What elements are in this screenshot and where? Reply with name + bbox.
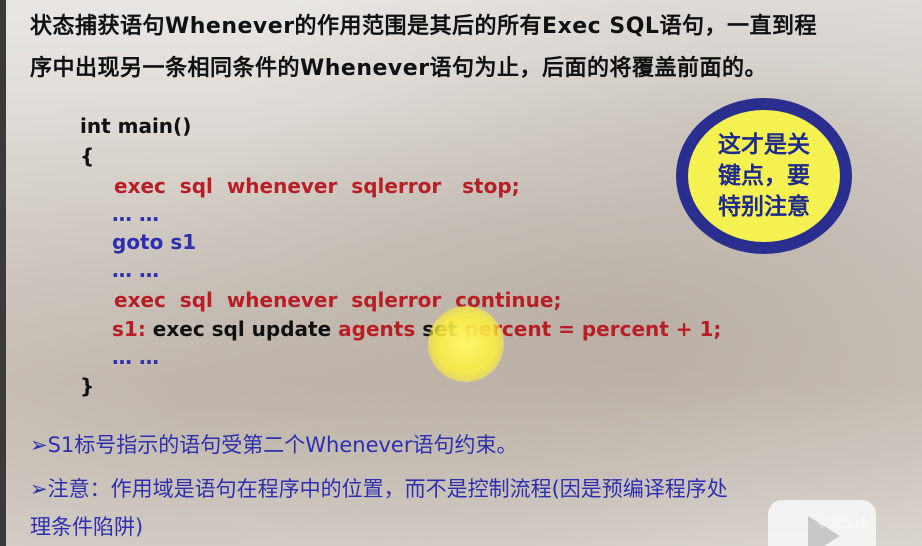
code-line-10: } — [80, 374, 95, 398]
window-left-edge — [0, 0, 6, 546]
code-line-6: … … — [112, 258, 159, 282]
callout-inner: 这才是关键点，要特别注意 — [688, 110, 840, 242]
title-line-1: 状态捕获语句Whenever的作用范围是其后的所有Exec SQL语句，一直到程 — [30, 14, 817, 39]
code-line-9: … … — [112, 345, 159, 369]
title-line-2: 序中出现另一条相同条件的Whenever语句为止，后面的将覆盖前面的。 — [30, 56, 768, 81]
code-line-1: int main() — [80, 114, 192, 138]
callout-text: 这才是关键点，要特别注意 — [718, 131, 810, 220]
note-3: 理条件陷阱) — [30, 515, 144, 539]
code-line-3: exec sql whenever sqlerror stop; — [114, 174, 520, 198]
code-line-5: goto s1 — [112, 230, 197, 254]
code-line-2: { — [80, 144, 95, 168]
note-2: ➢注意：作用域是语句在程序中的位置，而不是控制流程(因是预编译程序处 — [30, 477, 728, 501]
laser-pointer — [428, 306, 504, 382]
code-line-4: … … — [112, 202, 159, 226]
callout-bubble: 这才是关键点，要特别注意 — [676, 98, 852, 254]
watermark: 学堂在线 — [816, 516, 869, 531]
slide-title: 状态捕获语句Whenever的作用范围是其后的所有Exec SQL语句，一直到程… — [30, 6, 910, 90]
slide: 状态捕获语句Whenever的作用范围是其后的所有Exec SQL语句，一直到程… — [0, 0, 922, 546]
note-1: ➢S1标号指示的语句受第二个Whenever语句约束。 — [30, 433, 518, 457]
code-text: exec sql update — [145, 317, 339, 341]
code-line-8: s1: exec sql update agents set percent =… — [112, 315, 721, 343]
code-table-name: agents — [338, 317, 416, 341]
label-s1: s1: — [112, 317, 146, 341]
code-line-7: exec sql whenever sqlerror continue; — [114, 288, 562, 312]
